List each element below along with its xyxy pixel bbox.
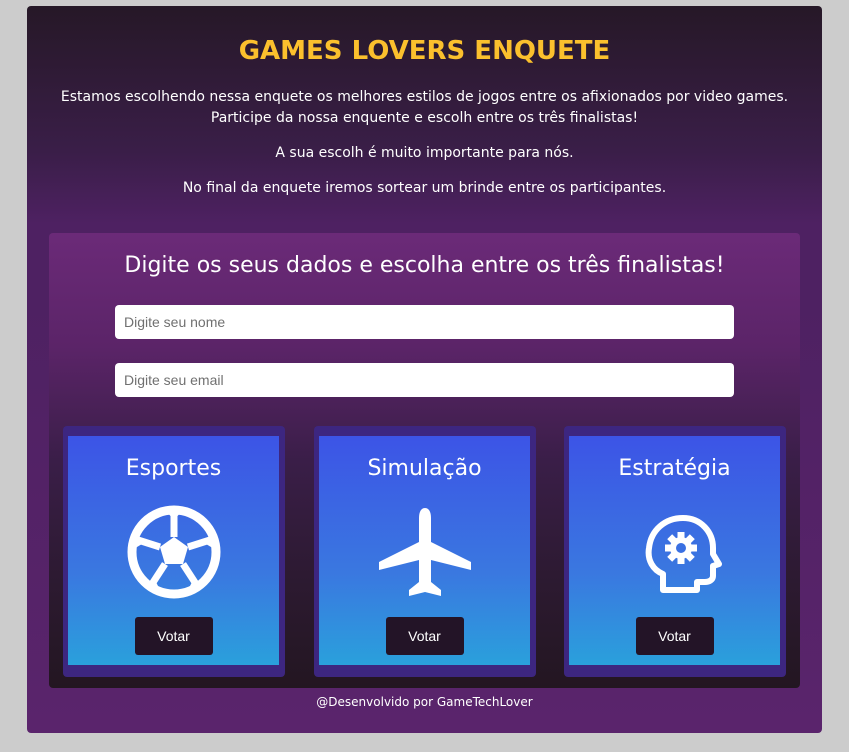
email-input[interactable] [115, 363, 734, 397]
option-card-estrategia: Estratégia Votar [564, 426, 786, 677]
intro-line: No final da enquete iremos sortear um br… [182, 180, 667, 196]
option-card-esportes: Esportes Votar [63, 426, 285, 677]
name-input[interactable] [115, 305, 734, 339]
intro-text: Estamos escolhendo nessa enquete os melh… [27, 87, 822, 199]
page-title: GAMES LOVERS ENQUETE [238, 36, 611, 66]
option-card-simulacao: Simulação Votar [314, 426, 536, 677]
poll-panel: Digite os seus dados e escolha entre os … [49, 233, 800, 688]
intro-line: Participe da nossa enquente e escolh ent… [210, 110, 639, 126]
intro-line: Estamos escolhendo nessa enquete os melh… [60, 89, 789, 105]
soccer-ball-icon [126, 504, 222, 600]
option-title: Estratégia [618, 456, 731, 481]
poll-heading: Digite os seus dados e escolha entre os … [124, 253, 725, 278]
airplane-icon [377, 504, 473, 600]
head-gear-icon [627, 504, 723, 600]
vote-button-estrategia[interactable]: Votar [635, 617, 714, 655]
vote-button-simulacao[interactable]: Votar [385, 617, 464, 655]
option-card-body: Esportes Votar [68, 436, 279, 665]
option-title: Esportes [125, 456, 222, 481]
vote-button-esportes[interactable]: Votar [134, 617, 213, 655]
footer-credit: @Desenvolvido por GameTechLover [316, 695, 533, 709]
option-title: Simulação [367, 456, 482, 481]
page-container: GAMES LOVERS ENQUETE Estamos escolhendo … [27, 6, 822, 733]
intro-line: A sua escolh é muito importante para nós… [275, 145, 574, 161]
option-card-body: Simulação Votar [319, 436, 530, 665]
option-card-body: Estratégia Votar [569, 436, 780, 665]
